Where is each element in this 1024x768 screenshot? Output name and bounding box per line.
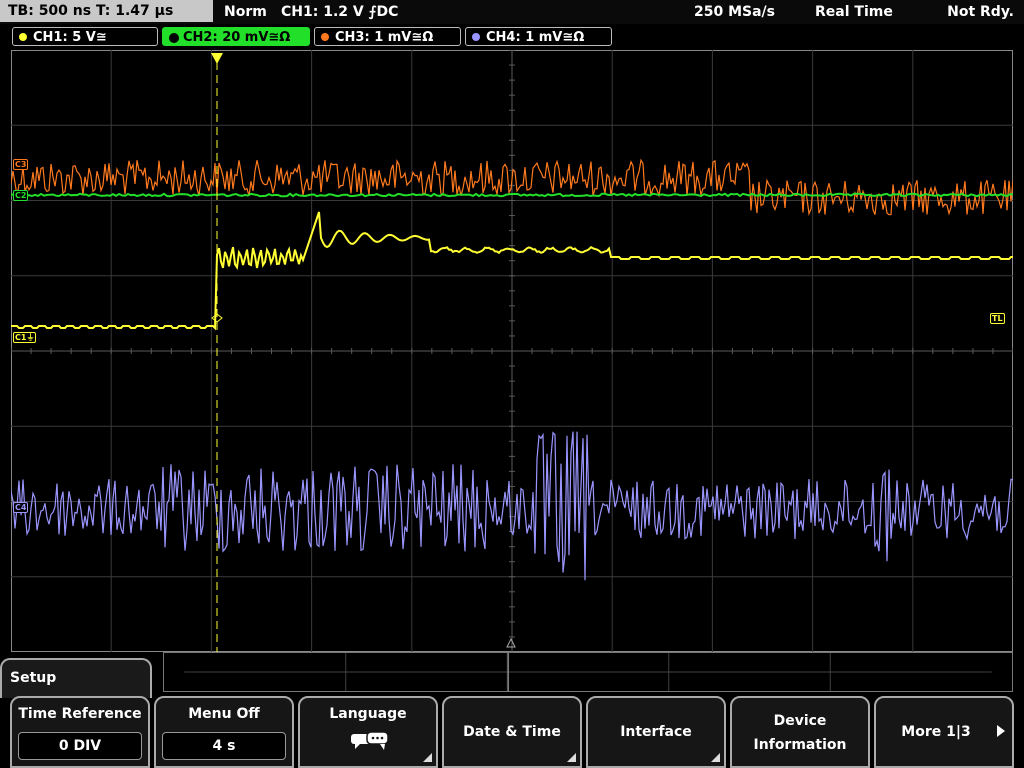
language-label: Language (329, 706, 407, 722)
waveform-display[interactable] (11, 50, 1013, 652)
trigger-mode[interactable]: Norm (224, 0, 267, 24)
timebase-readout[interactable]: TB: 500 ns T: 1.47 µs (0, 0, 213, 22)
speech-bubbles-icon (351, 731, 389, 750)
date-time-label: Date & Time (463, 724, 561, 740)
channel-4-button[interactable]: CH4: 1 mV≅Ω (465, 27, 612, 46)
trigger-info[interactable]: CH1: 1.2 V ⨍DC (281, 0, 398, 24)
date-time-softkey[interactable]: Date & Time (442, 696, 582, 768)
interface-softkey[interactable]: Interface (586, 696, 726, 768)
channel-1-level-marker[interactable]: C1⏚ (13, 332, 37, 343)
device-information-softkey[interactable]: Device Information (730, 696, 870, 768)
channel-3-label: CH3: 1 mV≅Ω (335, 30, 434, 45)
sample-rate: 250 MSa/s (694, 4, 776, 20)
channel-3-dot (321, 33, 329, 41)
device-information-label-line1: Device (773, 713, 827, 729)
submenu-indicator-icon (423, 753, 432, 762)
channel-4-level-marker[interactable]: C4 (13, 502, 29, 513)
menu-off-label: Menu Off (188, 706, 260, 722)
language-softkey[interactable]: Language (298, 696, 438, 768)
channel-3-level-marker[interactable]: C3 (13, 159, 29, 170)
zoom-overview-panel (163, 652, 1013, 692)
submenu-indicator-icon (711, 753, 720, 762)
trigger-status: Not Rdy. (947, 4, 1014, 20)
device-information-label-line2: Information (753, 737, 847, 753)
submenu-indicator-icon (567, 753, 576, 762)
chevron-right-icon (997, 725, 1005, 737)
channel-bar: CH1: 5 V≅ CH2: 20 mV≅Ω CH3: 1 mV≅Ω CH4: … (0, 26, 1024, 48)
channel-2-dot (169, 33, 179, 43)
channel-1-button[interactable]: CH1: 5 V≅ (12, 27, 158, 46)
setup-menu-title: Setup (0, 658, 152, 698)
channel-4-label: CH4: 1 mV≅Ω (486, 30, 585, 45)
menu-off-value: 4 s (162, 732, 286, 760)
channel-3-button[interactable]: CH3: 1 mV≅Ω (314, 27, 461, 46)
interface-label: Interface (620, 724, 692, 740)
channel-1-dot (19, 33, 27, 41)
time-reference-label: Time Reference (18, 706, 142, 722)
more-softkey[interactable]: More 1|3 (874, 696, 1014, 768)
menu-off-softkey[interactable]: Menu Off 4 s (154, 696, 294, 768)
time-reference-softkey[interactable]: Time Reference 0 DIV (10, 696, 150, 768)
trigger-level-marker[interactable]: TL (990, 313, 1005, 324)
channel-1-label: CH1: 5 V≅ (33, 30, 107, 45)
channel-2-button[interactable]: CH2: 20 mV≅Ω (162, 27, 310, 46)
more-label: More 1|3 (901, 724, 971, 740)
time-reference-value: 0 DIV (18, 732, 142, 760)
acquisition-mode: Real Time (815, 4, 893, 20)
channel-2-level-marker[interactable]: C2 (13, 190, 29, 201)
channel-2-label: CH2: 20 mV≅Ω (183, 30, 291, 45)
channel-4-dot (472, 33, 480, 41)
status-bar: TB: 500 ns T: 1.47 µs Norm CH1: 1.2 V ⨍D… (0, 0, 1024, 24)
